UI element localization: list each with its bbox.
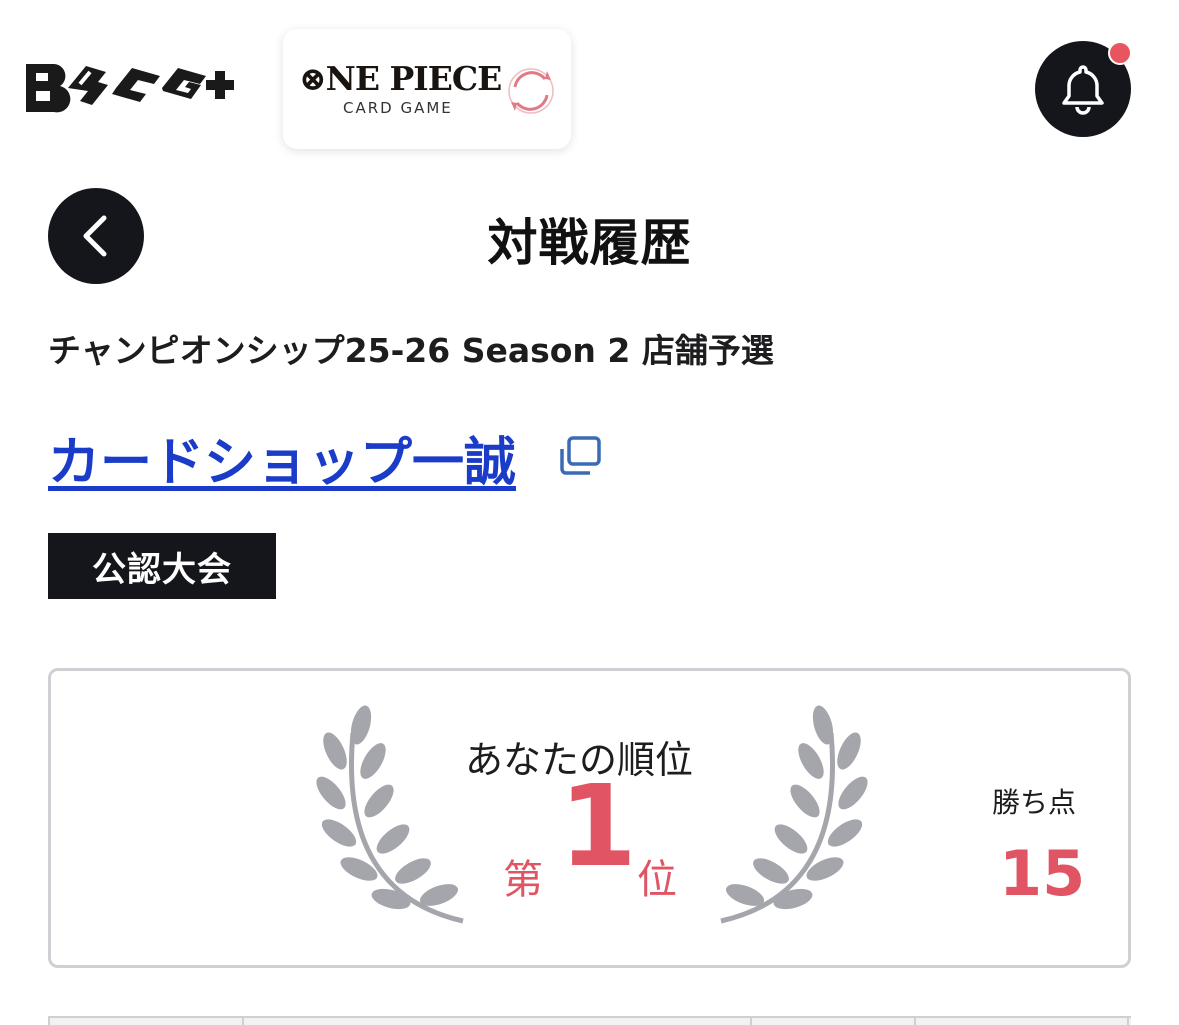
- points-value: 15: [999, 837, 1086, 910]
- points-label: 勝ち点: [992, 786, 1077, 819]
- rank-prefix: 第: [503, 857, 543, 903]
- page-title: 対戦履歴: [487, 214, 692, 272]
- one-piece-logo-title: ⊗NE PIECE: [299, 59, 502, 98]
- external-link-icon[interactable]: [557, 435, 603, 477]
- event-name: チャンピオンシップ25-26 Season 2 店舗予選: [48, 331, 774, 370]
- rank-suffix: 位: [637, 857, 677, 903]
- refresh-cycle-icon: [508, 68, 554, 114]
- bandai-tcg-plus-logo[interactable]: [22, 58, 238, 118]
- notification-dot: [1108, 41, 1132, 65]
- one-piece-logo-subtitle: CARD GAME: [343, 99, 453, 117]
- official-tournament-badge: 公認大会: [48, 533, 276, 599]
- match-history-page: ⊗NE PIECE CARD GAME 対戦履歴 チャンピオンシップ25-26 …: [0, 0, 1179, 1025]
- one-piece-card-game-logo[interactable]: ⊗NE PIECE CARD GAME: [283, 29, 571, 149]
- bell-icon: [1062, 65, 1104, 115]
- laurel-left-icon: [316, 705, 464, 924]
- match-table-header: [48, 1016, 1131, 1025]
- shop-name-link[interactable]: カードショップ一誠: [48, 420, 516, 495]
- laurel-right-icon: [720, 705, 868, 924]
- rank-value: 1: [559, 762, 637, 892]
- rank-result-card: あなたの順位 第 1 位 勝ち点 15: [48, 668, 1131, 968]
